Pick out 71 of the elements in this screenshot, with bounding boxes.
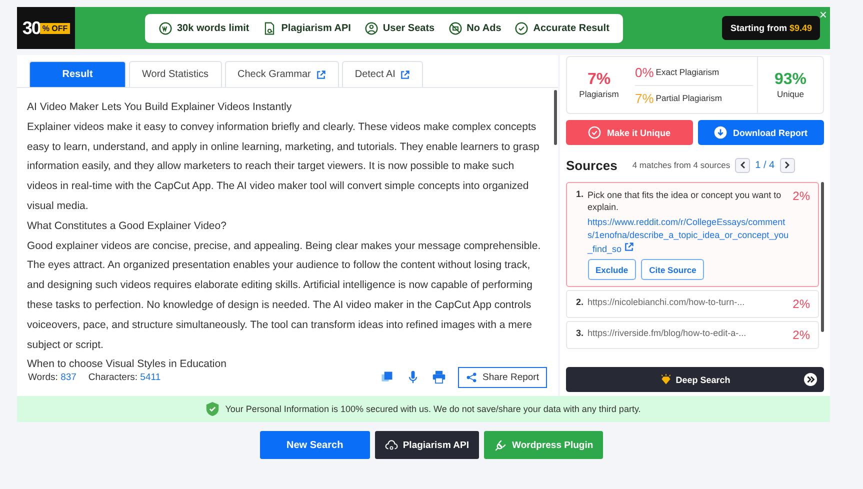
- plagiarism-percent: 7%: [587, 71, 611, 89]
- text-paragraph: Explainer videos make it easy to convey information briefly and clearly. These videos make complex concepts easy to learn, understand, and apply in online learning, marketing, and tutorials. They enable learners to grasp information easily, and they allow marketers to reach their target viewers. It is now possible to make such videos in real-time with the CapCut App. The AI video maker tool will convert simple concepts into organized visual media.: [27, 120, 540, 214]
- tab[interactable]: Result: [29, 61, 126, 87]
- plug-icon: [494, 438, 508, 452]
- partial-label: Partial Plagiarism: [656, 93, 722, 103]
- diamond-icon: [660, 374, 672, 386]
- sources-summary: 4 matches from 4 sources: [632, 160, 730, 170]
- no-ads-icon: [448, 22, 462, 34]
- sources-title: Sources: [566, 158, 618, 172]
- share-report-button[interactable]: Share Report: [458, 366, 547, 388]
- previous-button[interactable]: [735, 158, 750, 172]
- source-text: Pick one that fits the idea or concept you want to explain.: [588, 189, 782, 213]
- privacy-text: Your Personal Information is 100% secured with us. We do not save/share your data with any third party.: [225, 404, 641, 414]
- source-number: 1.: [576, 189, 584, 201]
- chevron-left-icon: [738, 161, 747, 169]
- source-url: https://nicolebianchi.com/how-to-turn-...: [588, 297, 746, 307]
- download-icon: [714, 126, 727, 139]
- feature-label: No Ads: [466, 22, 502, 34]
- source-percent: 2%: [792, 189, 810, 205]
- count-text: Words: 837: [28, 372, 76, 382]
- next-button[interactable]: [780, 158, 795, 172]
- source-action-button[interactable]: Cite Source: [641, 259, 704, 280]
- source-url: https://riverside.fm/blog/how-to-edit-a-...: [588, 328, 748, 338]
- source-number: 3.: [576, 328, 584, 340]
- source-action-button[interactable]: Exclude: [588, 259, 636, 280]
- count-text: Characters: 5411: [88, 372, 161, 382]
- unique-label: Unique: [777, 89, 804, 99]
- discount-number: 30: [22, 18, 40, 38]
- copy-icon[interactable]: [380, 370, 394, 384]
- text-paragraph: Good explainer videos are concise, precise, and appealing. Being clear makes your message comprehensible. The eyes attract. An organized presentation enables your audience to follow the content without losing track, and designing such videos requires elaborate editing skills. Artificial intelligence is now capable of performing these tasks to perfection. No knowledge of design is needed. The AI video maker in the CapCut App controls voiceovers, pace, and structure simultaneously. The tool can transform ideas into refined images with a mere subject or script.: [27, 238, 542, 353]
- exact-percent: 0%: [635, 64, 654, 80]
- chevron-right-icon: [783, 161, 792, 169]
- external-link-icon: [624, 242, 634, 252]
- tab[interactable]: Detect AI: [342, 61, 424, 87]
- text-paragraph: When to choose Visual Styles in Education: [27, 357, 228, 372]
- tab[interactable]: Word Statistics: [129, 61, 222, 87]
- action-button[interactable]: New Search: [260, 431, 370, 459]
- feature-label: Accurate Result: [533, 22, 610, 34]
- partial-percent: 7%: [635, 90, 654, 106]
- text-paragraph: What Constitutes a Good Explainer Video?: [27, 218, 228, 234]
- print-icon[interactable]: [432, 370, 446, 384]
- page-indicator: 1 / 4: [755, 160, 775, 170]
- source-link[interactable]: https://www.reddit.com/r/CollegeEssays/comments/1enofna/describe_a_topic_idea_or_concept_you_find_so: [588, 216, 789, 256]
- action-button[interactable]: Plagiarism API: [374, 431, 480, 459]
- source-item[interactable]: 3. https://riverside.fm/blog/how-to-edit-a-... 2%: [566, 321, 819, 349]
- exact-label: Exact Plagiarism: [656, 67, 720, 77]
- check-circle-icon: [588, 126, 601, 139]
- double-chevron-icon: [804, 373, 817, 386]
- download-report-button[interactable]: Download Report: [698, 120, 824, 145]
- pricing-button[interactable]: Starting from $9.49: [722, 16, 820, 40]
- source-item[interactable]: 1. Pick one that fits the idea or concept you want to explain. https://www.reddit.com/r/CollegeEssays/comments/1enofna/describe_a_topic_idea_or_concept_you_find_so Exclude Cite Source 2%: [566, 182, 819, 287]
- share-icon: [466, 372, 478, 382]
- check-circle-icon: [515, 22, 528, 34]
- shield-check-icon: [206, 402, 220, 416]
- discount-label: % OFF: [40, 22, 70, 34]
- feature-label: Plagiarism API: [281, 22, 351, 34]
- document-search-icon: [263, 22, 276, 34]
- feature-label: 30k words limit: [177, 22, 250, 34]
- plagiarism-label: Plagiarism: [579, 89, 619, 99]
- text-paragraph: AI Video Maker Lets You Build Explainer Videos Instantly: [27, 100, 293, 115]
- tab[interactable]: Check Grammar: [224, 61, 339, 87]
- cloud-icon: [384, 438, 398, 452]
- source-percent: 2%: [792, 297, 810, 311]
- deep-search-button[interactable]: Deep Search: [566, 367, 824, 392]
- user-icon: [364, 22, 378, 34]
- source-item[interactable]: 2. https://nicolebianchi.com/how-to-turn-... 2%: [566, 290, 819, 318]
- source-percent: 2%: [792, 328, 810, 342]
- w-circle-icon: [159, 22, 172, 34]
- source-number: 2.: [576, 297, 584, 309]
- unique-percent: 93%: [774, 71, 807, 89]
- feature-label: User Seats: [382, 22, 435, 34]
